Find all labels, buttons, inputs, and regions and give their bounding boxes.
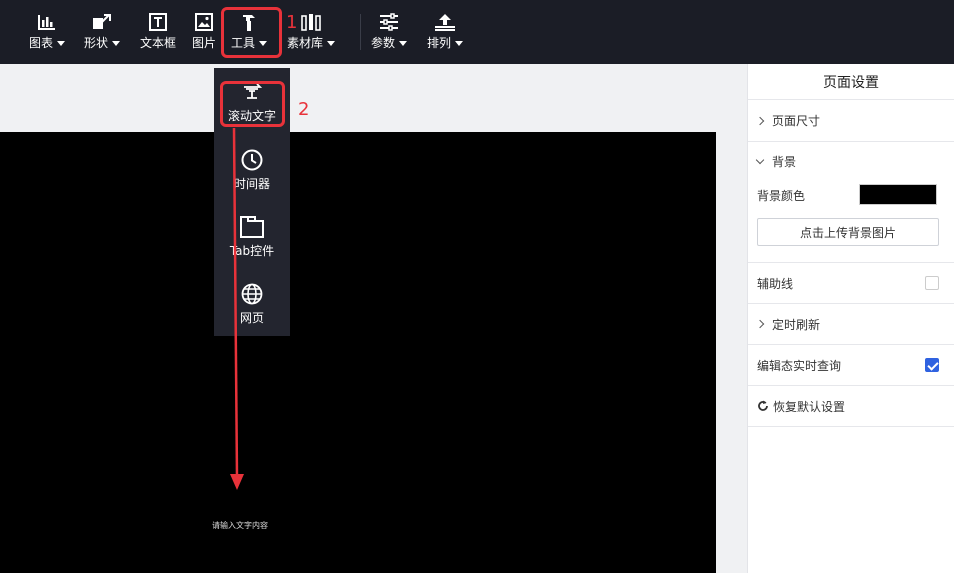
section-page-size[interactable]: 页面尺寸 — [748, 100, 954, 142]
section-timed-refresh[interactable]: 定时刷新 — [748, 304, 954, 345]
page-settings-panel: 页面设置 页面尺寸 背景 背景颜色 点击上传背景图片 辅助线 定时刷新 编辑态实… — [747, 64, 954, 573]
row-guide-lines: 辅助线 — [748, 263, 954, 304]
bg-color-label: 背景颜色 — [757, 189, 806, 203]
timed-refresh-label: 定时刷新 — [772, 317, 821, 332]
section-background-label: 背景 — [772, 155, 797, 169]
guide-lines-checkbox[interactable] — [925, 276, 939, 290]
restore-default-label: 恢复默认设置 — [773, 399, 846, 414]
refresh-icon — [757, 400, 769, 412]
row-realtime-query: 编辑态实时查询 — [748, 345, 954, 386]
guide-lines-label: 辅助线 — [757, 276, 794, 291]
realtime-query-label: 编辑态实时查询 — [757, 358, 842, 373]
chevron-right-icon — [755, 319, 765, 329]
restore-default-button[interactable]: 恢复默认设置 — [748, 386, 954, 427]
section-background: 背景 背景颜色 点击上传背景图片 — [748, 142, 954, 263]
chevron-down-icon — [755, 155, 765, 164]
upload-bg-image-button[interactable]: 点击上传背景图片 — [757, 218, 939, 246]
chevron-right-icon — [755, 116, 765, 125]
realtime-query-checkbox[interactable] — [925, 358, 939, 372]
bg-color-picker[interactable] — [859, 184, 937, 205]
section-page-size-label: 页面尺寸 — [772, 114, 821, 128]
section-background-header[interactable]: 背景 — [755, 153, 797, 170]
panel-title: 页面设置 — [748, 64, 954, 100]
